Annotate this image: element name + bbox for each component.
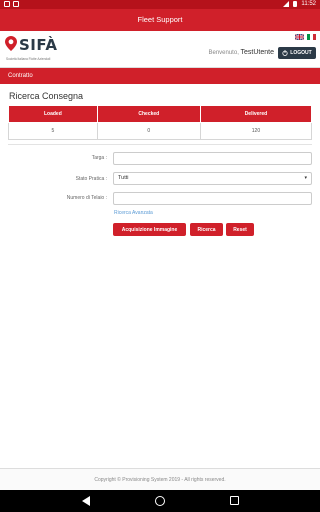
status-bar: 11:52 bbox=[0, 0, 320, 9]
column-header-delivered: Delivered bbox=[199, 105, 313, 123]
welcome-text: Benvenuto, TestUtente bbox=[209, 49, 275, 56]
notification-icon bbox=[13, 1, 19, 7]
notification-icon bbox=[4, 1, 10, 7]
column-header-checked: Checked bbox=[96, 105, 201, 123]
username: TestUtente bbox=[240, 49, 274, 56]
numero-telaio-input[interactable] bbox=[113, 192, 312, 205]
checked-count: 0 bbox=[96, 122, 201, 140]
acquisizione-immagine-button[interactable]: Acquisizione Immagine bbox=[113, 223, 186, 236]
advanced-search-link[interactable]: Ricerca Avanzata bbox=[114, 210, 153, 216]
logout-button[interactable]: LOGOUT bbox=[278, 47, 316, 59]
wifi-icon bbox=[283, 1, 290, 7]
stato-pratica-value: Tutti bbox=[118, 175, 129, 181]
stato-pratica-select[interactable]: Tutti ▾ bbox=[113, 172, 312, 185]
app-bar: Fleet Support bbox=[0, 9, 320, 31]
summary-table: Loaded Checked Delivered 5 0 120 bbox=[8, 105, 313, 140]
chevron-down-icon: ▾ bbox=[304, 175, 307, 181]
loaded-count: 5 bbox=[8, 122, 98, 140]
uk-flag-icon[interactable] bbox=[295, 34, 304, 40]
nav-item-contratto[interactable]: Contratto bbox=[8, 68, 33, 84]
reset-button[interactable]: Reset bbox=[226, 223, 254, 236]
logout-icon bbox=[282, 50, 288, 56]
ricerca-button[interactable]: Ricerca bbox=[190, 223, 223, 236]
system-nav-bar bbox=[0, 490, 320, 512]
welcome-label: Benvenuto, bbox=[208, 50, 239, 56]
numero-telaio-label: Numero di Telaio : bbox=[66, 195, 107, 201]
recents-icon[interactable] bbox=[230, 496, 239, 505]
logo[interactable]: SIFÀ Società Italiana Flotte Aziendali bbox=[4, 34, 74, 64]
location-pin-icon bbox=[5, 36, 17, 51]
column-header-loaded: Loaded bbox=[8, 105, 98, 123]
stato-pratica-label: Stato Pratica : bbox=[75, 176, 107, 182]
targa-input[interactable] bbox=[113, 152, 312, 165]
status-time: 11:52 bbox=[301, 1, 316, 7]
divider bbox=[8, 144, 312, 145]
targa-label: Targa : bbox=[91, 155, 107, 161]
page-title: Ricerca Consegna bbox=[9, 91, 84, 101]
logo-subtitle: Società Italiana Flotte Aziendali bbox=[6, 57, 51, 61]
copyright-text: Copyright © Provisioning System 2019 - A… bbox=[94, 477, 226, 483]
footer: Copyright © Provisioning System 2019 - A… bbox=[0, 468, 320, 490]
back-icon[interactable] bbox=[82, 496, 90, 506]
logo-text: SIFÀ bbox=[19, 36, 58, 54]
delivered-count: 120 bbox=[199, 122, 313, 140]
home-icon[interactable] bbox=[155, 496, 165, 506]
app-title: Fleet Support bbox=[137, 15, 183, 24]
italy-flag-icon[interactable] bbox=[307, 34, 316, 40]
table-row: 5 0 120 bbox=[8, 122, 313, 140]
main-nav: Contratto bbox=[0, 68, 320, 84]
logout-label: LOGOUT bbox=[290, 50, 312, 56]
battery-icon bbox=[293, 1, 298, 7]
language-selector bbox=[295, 34, 316, 40]
